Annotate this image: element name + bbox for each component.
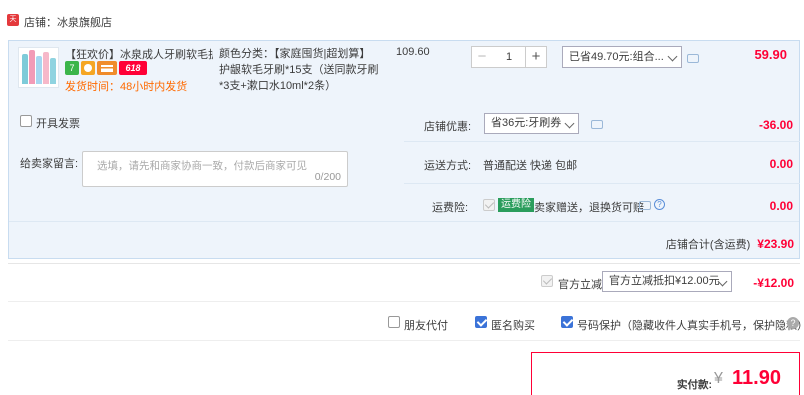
store-header: 天猫 店铺：冰泉旗舰店 xyxy=(0,10,804,35)
message-to-seller-input[interactable]: 选填，请先和商家协商一致，付款后商家可见 0/200 xyxy=(82,151,348,187)
anonymous-purchase-label: 匿名购买 xyxy=(491,320,535,332)
official-discount-checkbox[interactable] xyxy=(541,275,553,287)
tmall-badge-icon: 天猫 xyxy=(7,14,19,35)
freight-insurance-label: 运费险: xyxy=(432,202,469,214)
order-options-panel: 开具发票 店铺优惠: 省36元:牙刷券 -36.00 给卖家留言: 选填，请先和… xyxy=(8,99,800,259)
question-icon[interactable]: ? xyxy=(654,199,665,210)
pay-amount: 11.90 xyxy=(732,367,781,389)
spec-line: 颜色分类：【家庭囤货|超划算】 xyxy=(219,48,371,60)
quantity-input[interactable]: 1 xyxy=(492,46,526,68)
official-discount-amount: -¥12.00 xyxy=(753,276,794,290)
divider xyxy=(8,340,800,341)
item-total-price: 59.90 xyxy=(754,47,787,62)
shop-discount-label: 店铺优惠: xyxy=(424,121,472,133)
delivery-amount: 0.00 xyxy=(769,157,793,171)
store-subtotal: 店铺合计(含运费) ¥23.90 xyxy=(666,236,794,252)
unit-price: 109.60 xyxy=(396,46,430,58)
divider xyxy=(8,301,800,302)
seven-day-return-icon: 7 xyxy=(65,61,79,75)
chevron-down-icon xyxy=(564,118,575,129)
message-char-count: 0/200 xyxy=(314,171,341,183)
spec-line: 护龈软毛牙刷*15支（送同款牙刷 xyxy=(219,64,379,76)
shop-coupon-value: 省36元:牙刷券 xyxy=(491,117,562,129)
item-discount-select[interactable]: 已省49.70元:组合... xyxy=(562,46,682,68)
product-name-link[interactable]: 【狂欢价】冰泉成人牙刷软毛护... xyxy=(65,46,213,62)
spec-line: *3支+漱口水10ml*2条） xyxy=(219,80,337,92)
guarantee-icon xyxy=(81,61,95,75)
freight-insurance-tag: 运费险 xyxy=(498,198,534,212)
friend-pay-checkbox[interactable] xyxy=(388,316,400,328)
shop-coupon-select[interactable]: 省36元:牙刷券 xyxy=(484,113,579,134)
product-thumbnail[interactable] xyxy=(18,47,59,88)
invoice-label: 开具发票 xyxy=(36,118,80,130)
promo-618-icon: 618 xyxy=(119,61,147,75)
payment-summary: 实付款: ¥ 11.90 xyxy=(531,352,800,395)
item-discount-value: 已省49.70元:组合... xyxy=(569,51,664,63)
product-row: 【狂欢价】冰泉成人牙刷软毛护... 7 618 发货时间：48小时内发货 颜色分… xyxy=(8,40,800,99)
official-discount-label: 官方立减 xyxy=(558,279,602,291)
freight-insurance-text: 卖家赠送，退换货可赔 xyxy=(534,202,644,214)
quantity-increase-button[interactable]: + xyxy=(525,46,547,68)
anonymous-purchase-checkbox[interactable] xyxy=(475,316,487,328)
freight-insurance-amount: 0.00 xyxy=(769,199,793,213)
divider xyxy=(9,221,799,222)
official-discount-value: 官方立减抵扣¥12.00元 xyxy=(609,275,720,287)
shipping-time: 发货时间：48小时内发货 xyxy=(65,81,188,93)
discount-info-icon[interactable] xyxy=(687,54,699,63)
pay-label: 实付款: xyxy=(677,379,712,391)
subtotal-value: ¥23.90 xyxy=(757,237,794,251)
installment-card-icon xyxy=(97,61,117,75)
official-discount-select[interactable]: 官方立减抵扣¥12.00元 xyxy=(602,271,732,292)
quantity-decrease-button[interactable]: − xyxy=(471,46,493,68)
invoice-checkbox[interactable] xyxy=(20,115,32,127)
number-protection-checkbox[interactable] xyxy=(561,316,573,328)
delivery-method: 普通配送 快递 包邮 xyxy=(483,160,578,172)
divider xyxy=(404,183,800,184)
help-icon[interactable]: ? xyxy=(787,317,799,329)
message-placeholder: 选填，请先和商家协商一致，付款后商家可见 xyxy=(97,160,307,172)
delivery-label: 运送方式: xyxy=(424,160,472,172)
freight-insurance-checkbox[interactable] xyxy=(483,199,495,211)
subtotal-label: 店铺合计(含运费) xyxy=(665,239,751,251)
product-spec: 颜色分类：【家庭囤货|超划算】 护龈软毛牙刷*15支（送同款牙刷 *3支+漱口水… xyxy=(219,46,379,94)
friend-pay-label: 朋友代付 xyxy=(404,320,448,332)
divider xyxy=(404,141,800,142)
chevron-down-icon xyxy=(667,51,678,62)
number-protection-label: 号码保护（隐藏收件人真实手机号，保护隐私） xyxy=(577,320,804,332)
shop-discount-amount: -36.00 xyxy=(758,118,793,132)
store-name[interactable]: 店铺：冰泉旗舰店 xyxy=(24,14,112,30)
currency-symbol: ¥ xyxy=(714,370,723,387)
divider xyxy=(8,263,800,264)
coupon-info-icon[interactable] xyxy=(591,120,603,129)
freight-info-icon[interactable] xyxy=(639,201,651,210)
message-label: 给卖家留言: xyxy=(20,158,79,170)
